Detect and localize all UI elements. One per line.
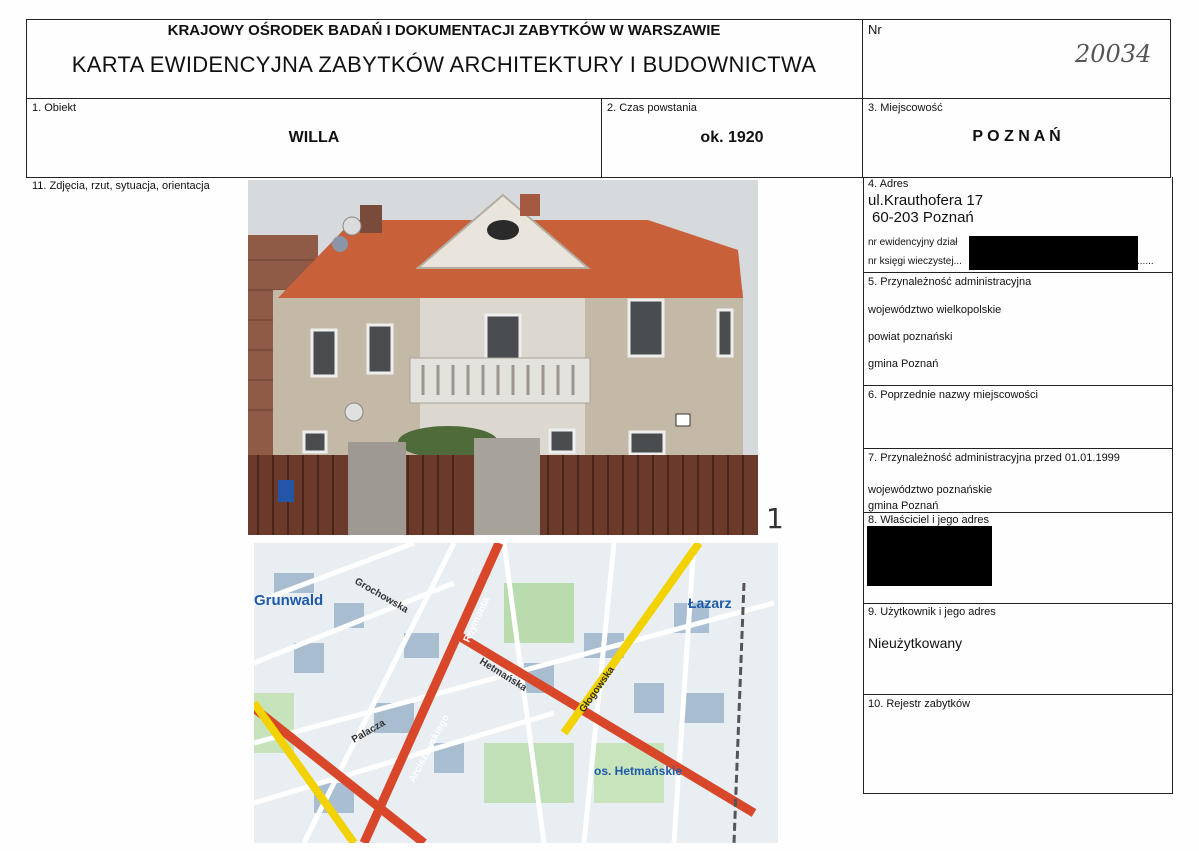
obiekt-label: 1. Obiekt bbox=[32, 102, 77, 114]
institution-name: KRAJOWY OŚRODEK BADAŃ I DOKUMENTACJI ZAB… bbox=[167, 22, 721, 39]
card-title: KARTA EWIDENCYJNA ZABYTKÓW ARCHITEKTURY … bbox=[71, 52, 817, 77]
czas-value: ok. 1920 bbox=[700, 129, 764, 146]
map-district-grunwald: Grunwald bbox=[254, 592, 323, 609]
photo-number: 1 bbox=[766, 502, 784, 535]
obiekt-value: WILLA bbox=[288, 129, 340, 146]
miejscowosc-value: P O Z N A Ń bbox=[972, 128, 1061, 145]
miejscowosc-label: 3. Miejscowość bbox=[868, 102, 943, 114]
nr-value-handwritten: 20034 bbox=[1075, 40, 1152, 68]
villa-photo bbox=[248, 180, 758, 535]
location-map: Grunwald Łazarz os. Hetmańskie Grochowsk… bbox=[254, 543, 778, 843]
map-district-lazarz: Łazarz bbox=[688, 595, 732, 611]
nr-label: Nr bbox=[868, 22, 882, 37]
photos-label: 11. Zdjęcia, rzut, sytuacja, orientacja bbox=[32, 180, 210, 192]
right-column-frame bbox=[863, 177, 1173, 794]
map-district-hetmanskie: os. Hetmańskie bbox=[594, 764, 682, 778]
czas-label: 2. Czas powstania bbox=[607, 102, 697, 114]
